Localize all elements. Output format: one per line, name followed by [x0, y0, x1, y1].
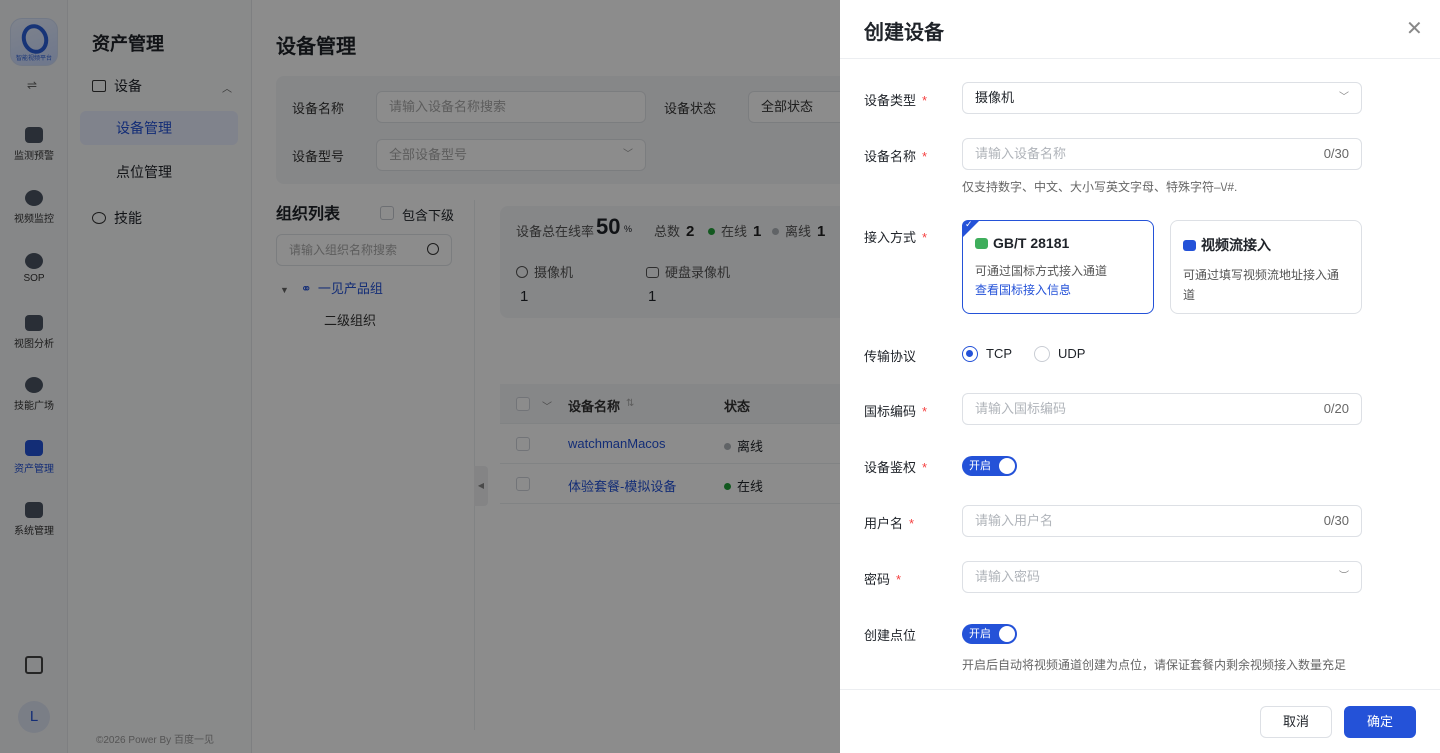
- protocol-label: 传输协议: [864, 349, 917, 364]
- toggle-knob: [999, 458, 1015, 474]
- check-icon: ✓: [965, 219, 973, 229]
- access-card-stream[interactable]: 视频流接入 可通过填写视频流地址接入通道: [1170, 220, 1362, 314]
- create-point-hint: 开启后自动将视频通道创建为点位，请保证套餐内剩余视频接入数量充足: [962, 658, 1347, 672]
- gb-code-placeholder: 请输入国标编码: [975, 401, 1067, 416]
- chevron-down-icon: ﹀: [1339, 92, 1349, 103]
- view-gb-info-link[interactable]: 查看国标接入信息: [975, 281, 1141, 298]
- device-type-select[interactable]: 摄像机 ﹀: [962, 82, 1362, 114]
- device-type-value: 摄像机: [975, 90, 1015, 105]
- toggle-text: 开启: [969, 628, 991, 640]
- video-stream-icon: [1183, 240, 1196, 251]
- username-placeholder: 请输入用户名: [975, 513, 1054, 528]
- divider: [840, 58, 1440, 59]
- access-mode-label: 接入方式 *: [864, 230, 928, 245]
- modal-overlay[interactable]: [0, 0, 840, 753]
- confirm-button[interactable]: 确定: [1344, 706, 1416, 738]
- card-desc: 可通过填写视频流地址接入通道: [1183, 268, 1340, 302]
- radio-circle: [962, 346, 978, 362]
- card-title: GB/T 28181: [975, 235, 1141, 251]
- create-point-label: 创建点位: [864, 628, 917, 643]
- char-counter: 0/30: [1323, 513, 1349, 528]
- protocol-radio-tcp[interactable]: TCP: [962, 346, 1012, 362]
- card-title-text: 视频流接入: [1201, 237, 1271, 253]
- create-point-toggle[interactable]: 开启: [962, 624, 1017, 644]
- toggle-knob: [999, 626, 1015, 642]
- divider: [840, 689, 1440, 690]
- label-text: 国标编码: [864, 404, 917, 419]
- cancel-button[interactable]: 取消: [1260, 706, 1332, 738]
- char-counter: 0/30: [1323, 146, 1349, 161]
- username-input[interactable]: 请输入用户名 0/30: [962, 505, 1362, 537]
- gb-icon: [975, 238, 988, 249]
- char-counter: 0/20: [1323, 401, 1349, 416]
- device-name-label: 设备名称 *: [864, 149, 928, 164]
- radio-label: UDP: [1058, 346, 1086, 361]
- card-desc: 可通过国标方式接入通道: [975, 264, 1108, 278]
- label-text: 设备类型: [864, 93, 917, 108]
- access-card-gb28181[interactable]: ✓ GB/T 28181 可通过国标方式接入通道 查看国标接入信息: [962, 219, 1154, 314]
- close-icon[interactable]: ✕: [1406, 16, 1423, 41]
- auth-toggle[interactable]: 开启: [962, 456, 1017, 476]
- label-text: 设备名称: [864, 149, 917, 164]
- label-text: 接入方式: [864, 230, 917, 245]
- password-placeholder: 请输入密码: [975, 569, 1041, 584]
- card-title-text: GB/T 28181: [993, 235, 1070, 251]
- password-label: 密码 *: [864, 572, 902, 587]
- drawer-title: 创建设备: [864, 22, 944, 44]
- radio-label: TCP: [986, 346, 1012, 361]
- username-label: 用户名 *: [864, 516, 915, 531]
- device-type-label: 设备类型 *: [864, 93, 928, 108]
- label-text: 密码: [864, 572, 891, 587]
- device-name-placeholder: 请输入设备名称: [975, 146, 1067, 161]
- auth-label: 设备鉴权 *: [864, 460, 928, 475]
- toggle-text: 开启: [969, 460, 991, 472]
- radio-circle: [1034, 346, 1050, 362]
- gb-code-input[interactable]: 请输入国标编码 0/20: [962, 393, 1362, 425]
- protocol-radio-udp[interactable]: UDP: [1034, 346, 1085, 362]
- label-text: 用户名: [864, 516, 904, 531]
- password-input[interactable]: 请输入密码 ︶: [962, 561, 1362, 593]
- label-text: 设备鉴权: [864, 460, 917, 475]
- card-title: 视频流接入: [1183, 235, 1349, 255]
- device-name-hint: 仅支持数字、中文、大小写英文字母、特殊字符–\/#.: [962, 180, 1238, 194]
- device-name-input[interactable]: 请输入设备名称 0/30: [962, 138, 1362, 170]
- eye-closed-icon[interactable]: ︶: [1339, 562, 1349, 592]
- create-device-drawer: 创建设备 ✕ 设备类型 * 摄像机 ﹀ 设备名称 * 请输入设备名称 0/30 仅支持数…: [840, 0, 1440, 753]
- gb-code-label: 国标编码 *: [864, 404, 928, 419]
